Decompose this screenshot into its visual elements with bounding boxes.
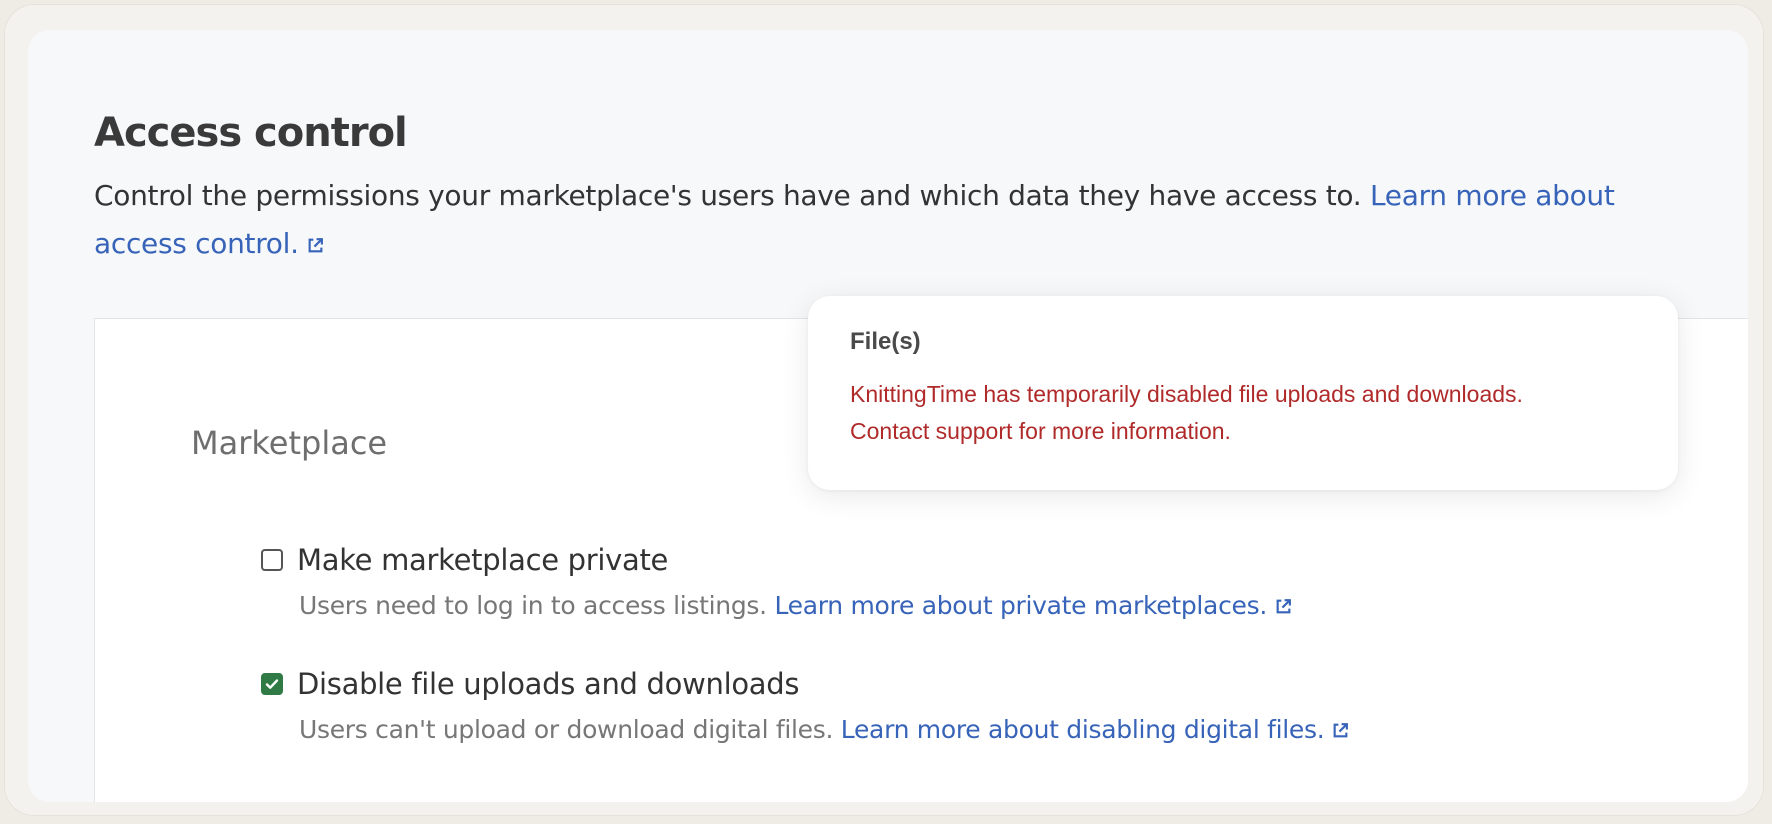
access-control-panel: Access control Control the permissions y… (28, 30, 1748, 802)
option-private-marketplace: Make marketplace private Users need to l… (261, 543, 1292, 620)
tooltip-message: KnittingTime has temporarily disabled fi… (850, 376, 1650, 450)
disabling-files-link-label: Learn more about disabling digital files… (840, 715, 1325, 744)
option-disable-files: Disable file uploads and downloads Users… (261, 667, 1349, 744)
private-marketplace-label[interactable]: Make marketplace private (297, 543, 668, 577)
intro-text: Control the permissions your marketplace… (94, 179, 1362, 212)
disable-files-description: Users can't upload or download digital f… (299, 715, 1349, 744)
disabling-files-learn-more-link[interactable]: Learn more about disabling digital files… (841, 715, 1350, 744)
tooltip-message-line-1: KnittingTime has temporarily disabled fi… (850, 381, 1523, 407)
intro-paragraph: Control the permissions your marketplace… (94, 172, 1694, 268)
file-disabled-tooltip: File(s) KnittingTime has temporarily dis… (808, 296, 1678, 490)
window-frame: Access control Control the permissions y… (4, 4, 1764, 816)
disable-files-checkbox[interactable] (261, 673, 283, 695)
external-link-icon (1333, 723, 1349, 738)
disable-files-help-text: Users can't upload or download digital f… (299, 715, 834, 744)
section-title-marketplace: Marketplace (191, 424, 388, 462)
private-marketplace-checkbox[interactable] (261, 549, 283, 571)
private-marketplaces-learn-more-link[interactable]: Learn more about private marketplaces. (774, 591, 1292, 620)
disable-files-label[interactable]: Disable file uploads and downloads (297, 667, 799, 701)
external-link-icon (308, 238, 323, 253)
checkmark-icon (265, 679, 279, 689)
tooltip-title: File(s) (850, 328, 921, 355)
private-marketplaces-link-label: Learn more about private marketplaces. (774, 591, 1267, 620)
private-marketplace-description: Users need to log in to access listings.… (299, 591, 1292, 620)
page-title: Access control (94, 110, 408, 156)
tooltip-message-line-2: Contact support for more information. (850, 418, 1231, 444)
external-link-icon (1276, 599, 1291, 614)
private-marketplace-help-text: Users need to log in to access listings. (299, 591, 767, 620)
